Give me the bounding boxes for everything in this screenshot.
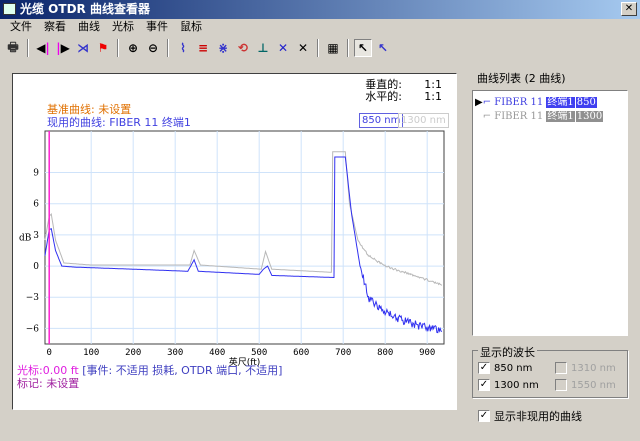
y-tick-label: 0 bbox=[33, 262, 39, 272]
menu-event[interactable]: 事件 bbox=[140, 19, 174, 35]
cursor-right-icon[interactable]: | ▶ bbox=[54, 39, 72, 57]
x-icon[interactable]: ✕ bbox=[294, 39, 312, 57]
x-blue-icon[interactable]: ✕ bbox=[274, 39, 292, 57]
select-alt-icon[interactable]: ↖ bbox=[374, 39, 392, 57]
x-tick-label: 200 bbox=[125, 348, 141, 358]
marker-readout: 标记: 未设置 bbox=[17, 375, 79, 391]
otdr-chart[interactable]: 0 100 200 300 400 500 600 700 800 9009630−3−6英尺(f… bbox=[13, 74, 458, 374]
checkbox-label: 1300 nm bbox=[494, 380, 539, 391]
cursor-left-icon[interactable]: ◀ | bbox=[34, 39, 52, 57]
trace-list[interactable]: ▶⌐ FIBER 11 终端1850 ▶⌐ FIBER 11 终端11300 bbox=[472, 90, 628, 336]
x-tick-label: 900 bbox=[419, 348, 435, 358]
y-axis-label: dB bbox=[19, 234, 32, 244]
zoom-out-icon[interactable]: ⊖ bbox=[144, 39, 162, 57]
flag-icon[interactable]: ⚑ bbox=[94, 39, 112, 57]
y-tick-label: 6 bbox=[33, 200, 39, 210]
y-tick-label: 9 bbox=[33, 169, 39, 179]
checkbox-850[interactable]: ✓ 850 nm bbox=[478, 362, 532, 374]
x-tick-label: 600 bbox=[293, 348, 309, 358]
close-button[interactable]: ✕ bbox=[621, 2, 637, 16]
splice-icon[interactable]: ⊥ bbox=[254, 39, 272, 57]
title-bar: 光缆 OTDR 曲线查看器 ✕ bbox=[0, 0, 640, 19]
cursor-info: [事件: 不适用 损耗, OTDR 端口, 不适用] bbox=[79, 364, 283, 377]
y-tick-label: −6 bbox=[26, 324, 40, 334]
menu-view[interactable]: 察看 bbox=[38, 19, 72, 35]
menu-bar: 文件 察看 曲线 光标 事件 鼠标 bbox=[0, 19, 208, 35]
split-icon[interactable]: ⋇ bbox=[214, 39, 232, 57]
checkbox-label: 1550 nm bbox=[571, 380, 616, 391]
grid-icon[interactable]: ▦ bbox=[324, 39, 342, 57]
x-tick-label: 400 bbox=[209, 348, 225, 358]
y-tick-label: 3 bbox=[33, 231, 39, 241]
checkbox-label: 850 nm bbox=[494, 363, 532, 374]
checkbox-1550[interactable]: 1550 nm bbox=[555, 379, 616, 391]
checkbox-label: 1310 nm bbox=[571, 363, 616, 374]
trace-end: 终端1 bbox=[546, 111, 574, 122]
checkbox-1300[interactable]: ✓ 1300 nm bbox=[478, 379, 539, 391]
menu-trace[interactable]: 曲线 bbox=[72, 19, 106, 35]
trace-name: FIBER 11 bbox=[494, 111, 546, 122]
trace-icon[interactable]: ⌇ bbox=[174, 39, 192, 57]
trace-list-title: 曲线列表 (2 曲线) bbox=[477, 70, 566, 86]
trace-wavelength: 1300 bbox=[576, 111, 603, 122]
x-tick-label: 100 bbox=[83, 348, 99, 358]
trace-panel: 垂直的: 1:1 水平的: 1:1 基准曲线: 未设置 现用的曲线: FIBER 1… bbox=[12, 73, 457, 410]
menu-file[interactable]: 文件 bbox=[4, 19, 38, 35]
printer-icon[interactable]: 🖶 bbox=[4, 39, 22, 57]
x-tick-label: 0 bbox=[46, 348, 51, 358]
menu-mouse[interactable]: 鼠标 bbox=[174, 19, 208, 35]
checkbox-1310[interactable]: 1310 nm bbox=[555, 362, 616, 374]
check-icon: ✓ bbox=[478, 410, 490, 422]
app-icon bbox=[3, 3, 16, 15]
x-tick-label: 700 bbox=[335, 348, 351, 358]
x-tick-label: 500 bbox=[251, 348, 267, 358]
checkbox-show-inactive[interactable]: ✓ 显示非现用的曲线 bbox=[478, 408, 582, 424]
checkbox-label: 显示非现用的曲线 bbox=[494, 408, 582, 424]
list-icon[interactable]: ≡ bbox=[194, 39, 212, 57]
check-icon: ✓ bbox=[478, 362, 490, 374]
trace-item-850[interactable]: ▶⌐ FIBER 11 终端1 850 bbox=[475, 93, 597, 108]
toolbar: 🖶 ◀ | | ▶ ⋊ ⚑ ⊕ ⊖ ⌇ ≡ ⋇ ⟲ ⊥ ✕ ✕ ▦ ↖ ↖ bbox=[4, 37, 392, 59]
window-title: 光缆 OTDR 曲线查看器 bbox=[20, 2, 150, 16]
x-tick-label: 800 bbox=[377, 348, 393, 358]
check-icon: ✓ bbox=[478, 379, 490, 391]
refresh-icon[interactable]: ⟲ bbox=[234, 39, 252, 57]
wavelength-group-title: 显示的波长 bbox=[478, 344, 537, 360]
x-tick-label: 300 bbox=[167, 348, 183, 358]
select-icon[interactable]: ↖ bbox=[354, 39, 372, 57]
menu-cursor[interactable]: 光标 bbox=[106, 19, 140, 35]
trace-item-1300[interactable]: ▶⌐ FIBER 11 终端11300 bbox=[475, 107, 603, 122]
event-icon[interactable]: ⋊ bbox=[74, 39, 92, 57]
y-tick-label: −3 bbox=[26, 293, 40, 303]
zoom-in-icon[interactable]: ⊕ bbox=[124, 39, 142, 57]
